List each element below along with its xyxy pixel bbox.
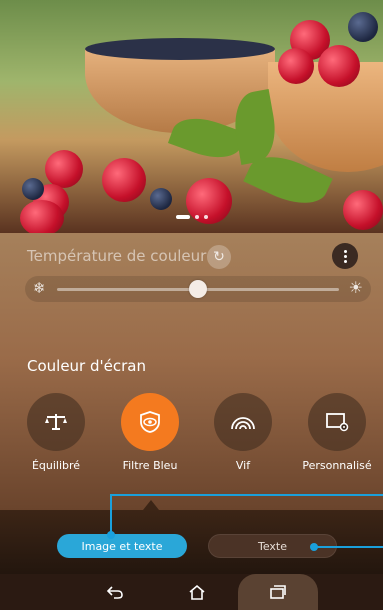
mode-label: Personnalisé bbox=[302, 459, 372, 472]
image-and-text-button[interactable]: Image et texte bbox=[57, 534, 187, 558]
back-arrow-icon[interactable] bbox=[90, 574, 140, 610]
color-temperature-label: Température de couleur bbox=[27, 247, 207, 265]
home-icon[interactable] bbox=[172, 574, 222, 610]
page-indicator bbox=[176, 215, 208, 219]
snowflake-icon: ❄ bbox=[33, 279, 46, 297]
raspberry-image bbox=[343, 190, 383, 230]
eye-shield-icon bbox=[121, 393, 179, 451]
mode-label: Vif bbox=[235, 459, 251, 472]
recent-apps-icon[interactable] bbox=[238, 574, 318, 610]
page-dot-active bbox=[176, 215, 190, 219]
preview-photo bbox=[0, 0, 383, 233]
balance-scale-icon bbox=[27, 393, 85, 451]
blueberry-image bbox=[22, 178, 44, 200]
raspberry-image bbox=[318, 45, 360, 87]
callout-line bbox=[110, 494, 112, 536]
sun-icon: ☀ bbox=[348, 278, 363, 297]
screen-color-modes: Équilibré Filtre Bleu Vif Personnalisé bbox=[0, 393, 383, 493]
color-temperature-row: Température de couleur ↻ bbox=[27, 243, 363, 269]
mode-balanced[interactable]: Équilibré bbox=[9, 393, 103, 473]
active-mode-pointer bbox=[143, 500, 159, 510]
raspberry-image bbox=[20, 200, 64, 233]
rainbow-icon bbox=[214, 393, 272, 451]
navigation-bar bbox=[0, 574, 383, 610]
mode-label: Équilibré bbox=[31, 459, 81, 472]
color-temperature-slider[interactable]: ❄ ☀ bbox=[25, 276, 371, 302]
blueberry-image bbox=[150, 188, 172, 210]
custom-screen-icon bbox=[308, 393, 366, 451]
mode-label: Filtre Bleu bbox=[122, 459, 178, 472]
blueberry-image bbox=[348, 12, 378, 42]
page-dot bbox=[204, 215, 208, 219]
mode-custom[interactable]: Personnalisé bbox=[290, 393, 383, 473]
reset-icon[interactable]: ↻ bbox=[207, 245, 231, 269]
more-options-icon[interactable] bbox=[332, 243, 358, 269]
raspberry-image bbox=[278, 48, 314, 84]
mode-vivid[interactable]: Vif bbox=[196, 393, 290, 473]
page-dot bbox=[195, 215, 199, 219]
slider-thumb[interactable] bbox=[189, 280, 207, 298]
callout-line bbox=[110, 494, 383, 496]
screen-color-panel: Température de couleur ↻ ❄ ☀ Couleur d'é… bbox=[0, 233, 383, 510]
callout-dot bbox=[310, 543, 318, 551]
mode-blue-filter[interactable]: Filtre Bleu bbox=[103, 393, 197, 473]
callout-dot bbox=[107, 531, 115, 539]
callout-line bbox=[316, 546, 383, 548]
raspberry-image bbox=[102, 158, 146, 202]
raspberry-image bbox=[45, 150, 83, 188]
preview-mode-bar: Image et texte Texte bbox=[0, 510, 383, 574]
screen-color-title: Couleur d'écran bbox=[27, 357, 146, 375]
